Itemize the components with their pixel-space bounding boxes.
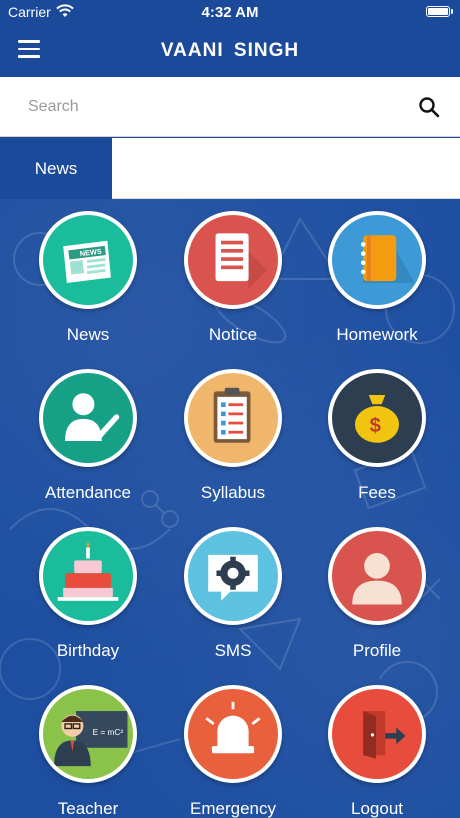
tile-label: Fees (358, 483, 396, 502)
status-time: 4:32 AM (201, 4, 259, 21)
svg-text:E = mC²: E = mC² (93, 728, 124, 737)
tile-news[interactable]: NEWS News (18, 199, 158, 349)
tile-notice[interactable]: Notice (163, 199, 303, 349)
tile-label: Emergency (190, 799, 276, 818)
money-bag-icon: $ (328, 369, 426, 467)
notice-document-icon (184, 211, 282, 309)
sms-gear-icon (184, 527, 282, 625)
battery-icon (426, 6, 453, 17)
app-header: Carrier 4:32 AM VAANI SINGH (0, 0, 460, 77)
tile-label: Syllabus (200, 483, 266, 502)
tile-label: Logout (351, 799, 403, 818)
status-bar: Carrier 4:32 AM (0, 0, 460, 24)
tile-label: News (66, 325, 110, 344)
tile-homework[interactable]: Homework (307, 199, 447, 349)
page-title: VAANI SINGH (160, 40, 300, 61)
birthday-cake-icon (39, 527, 137, 625)
tile-label: Homework (336, 325, 418, 344)
tile-birthday[interactable]: Birthday (18, 515, 158, 665)
tile-fees[interactable]: $ Fees (307, 357, 447, 507)
person-check-icon (39, 369, 137, 467)
emergency-siren-icon (184, 685, 282, 783)
tile-emergency[interactable]: Emergency (163, 673, 303, 818)
user-profile-icon (328, 527, 426, 625)
teacher-icon: E = mC² (39, 685, 137, 783)
svg-text:$: $ (370, 415, 381, 437)
search-bar (0, 77, 460, 137)
tile-logout[interactable]: Logout (307, 673, 447, 818)
menu-grid: NEWS News Notice Homework Attendance Syl… (0, 199, 460, 818)
tile-label: Profile (352, 641, 402, 660)
search-input[interactable] (28, 93, 398, 121)
tab-bar: News (0, 138, 460, 199)
tab-news[interactable]: News (0, 138, 112, 199)
newspaper-icon: NEWS (39, 211, 137, 309)
tile-label: Attendance (44, 483, 131, 502)
logout-door-icon (328, 685, 426, 783)
tile-syllabus[interactable]: Syllabus (163, 357, 303, 507)
tile-teacher[interactable]: E = mC² Teacher (18, 673, 158, 818)
search-icon[interactable] (418, 96, 440, 118)
tile-profile[interactable]: Profile (307, 515, 447, 665)
tile-label: Notice (208, 325, 258, 344)
tile-sms[interactable]: SMS (163, 515, 303, 665)
tile-label: Birthday (56, 641, 120, 660)
tile-label: Teacher (57, 799, 119, 818)
notebook-icon (328, 211, 426, 309)
clipboard-checklist-icon (184, 369, 282, 467)
tile-label: SMS (214, 641, 252, 660)
tile-attendance[interactable]: Attendance (18, 357, 158, 507)
